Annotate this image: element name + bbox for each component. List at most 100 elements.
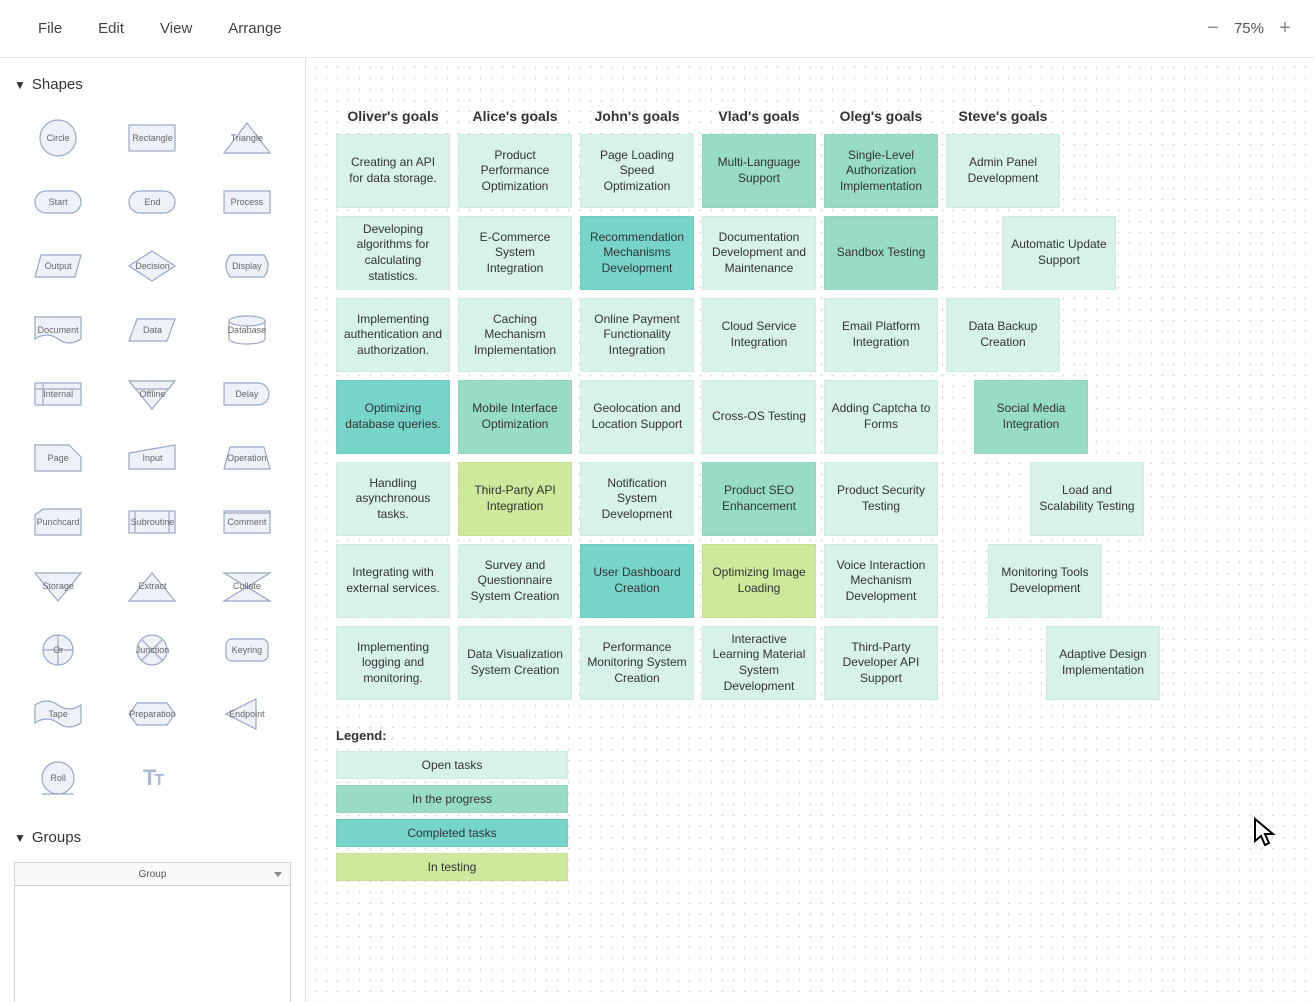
circle-icon (29, 117, 87, 159)
endpoint-icon (218, 693, 276, 735)
task-card[interactable]: Adaptive Design Implementation (1046, 626, 1160, 700)
task-card[interactable]: Integrating with external services. (336, 544, 450, 618)
task-card[interactable]: Caching Mechanism Implementation (458, 298, 572, 372)
shape-database[interactable]: Database (203, 301, 291, 359)
group-select[interactable]: Group (14, 862, 291, 886)
page-icon (29, 437, 87, 479)
task-card[interactable]: Product SEO Enhancement (702, 462, 816, 536)
task-card[interactable]: Survey and Questionnaire System Creation (458, 544, 572, 618)
shape-display[interactable]: Display (203, 237, 291, 295)
shape-decision[interactable]: Decision (108, 237, 196, 295)
shape-end[interactable]: End (108, 173, 196, 231)
task-card[interactable]: Single-Level Authorization Implementatio… (824, 134, 938, 208)
shapes-section-header[interactable]: ▼ Shapes (14, 68, 291, 101)
group-drop-area[interactable] (14, 886, 291, 1002)
shape-internal[interactable]: Internal (14, 365, 102, 423)
extract-icon (123, 565, 181, 607)
canvas[interactable]: Oliver's goalsAlice's goalsJohn's goalsV… (306, 58, 1314, 1002)
shape-endpoint[interactable]: Endpoint (203, 685, 291, 743)
shape-document[interactable]: Document (14, 301, 102, 359)
legend: Legend: Open tasksIn the progressComplet… (336, 728, 568, 887)
zoom-in-button[interactable]: + (1276, 20, 1294, 38)
shape-process[interactable]: Process (203, 173, 291, 231)
task-card[interactable]: Data Visualization System Creation (458, 626, 572, 700)
task-card[interactable]: Third-Party API Integration (458, 462, 572, 536)
menu-edit[interactable]: Edit (80, 12, 142, 45)
internal-icon (29, 373, 87, 415)
shape-page[interactable]: Page (14, 429, 102, 487)
shape-start[interactable]: Start (14, 173, 102, 231)
menu-arrange[interactable]: Arrange (210, 12, 299, 45)
task-card[interactable]: Multi-Language Support (702, 134, 816, 208)
task-card[interactable]: Implementing logging and monitoring. (336, 626, 450, 700)
shape-roll[interactable]: Roll (14, 749, 102, 807)
task-card[interactable]: Documentation Development and Maintenanc… (702, 216, 816, 290)
menu-view[interactable]: View (142, 12, 210, 45)
shape-comment[interactable]: Comment (203, 493, 291, 551)
task-card[interactable]: E-Commerce System Integration (458, 216, 572, 290)
task-card[interactable]: Handling asynchronous tasks. (336, 462, 450, 536)
task-card[interactable]: Voice Interaction Mechanism Development (824, 544, 938, 618)
decision-icon (123, 245, 181, 287)
input-icon (123, 437, 181, 479)
shape-output[interactable]: Output (14, 237, 102, 295)
shape-storage[interactable]: Storage (14, 557, 102, 615)
task-card[interactable]: Developing algorithms for calculating st… (336, 216, 450, 290)
output-icon (29, 245, 87, 287)
task-card[interactable]: Interactive Learning Material System Dev… (702, 626, 816, 700)
shape-text[interactable]: TT (108, 749, 196, 807)
groups-section-header[interactable]: ▼ Groups (14, 821, 291, 854)
task-card[interactable]: Email Platform Integration (824, 298, 938, 372)
task-card[interactable]: Automatic Update Support (1002, 216, 1116, 290)
shape-input[interactable]: Input (108, 429, 196, 487)
task-card[interactable]: Load and Scalability Testing (1030, 462, 1144, 536)
keyring-icon (218, 629, 276, 671)
task-card[interactable]: Mobile Interface Optimization (458, 380, 572, 454)
task-card[interactable]: Implementing authentication and authoriz… (336, 298, 450, 372)
shape-extract[interactable]: Extract (108, 557, 196, 615)
shape-subroutine[interactable]: Subroutine (108, 493, 196, 551)
task-card[interactable]: Cloud Service Integration (702, 298, 816, 372)
task-card[interactable]: Online Payment Functionality Integration (580, 298, 694, 372)
task-card[interactable]: Notification System Development (580, 462, 694, 536)
task-card[interactable]: Creating an API for data storage. (336, 134, 450, 208)
shape-preparation[interactable]: Preparation (108, 685, 196, 743)
task-card[interactable]: Product Security Testing (824, 462, 938, 536)
task-card[interactable]: Performance Monitoring System Creation (580, 626, 694, 700)
task-card[interactable]: Recommendation Mechanisms Development (580, 216, 694, 290)
task-card[interactable]: Product Performance Optimization (458, 134, 572, 208)
shape-rectangle[interactable]: Rectangle (108, 109, 196, 167)
task-card[interactable]: Data Backup Creation (946, 298, 1060, 372)
shape-junction[interactable]: Junction (108, 621, 196, 679)
task-card[interactable]: Page Loading Speed Optimization (580, 134, 694, 208)
shape-collate[interactable]: Collate (203, 557, 291, 615)
task-card[interactable]: Admin Panel Development (946, 134, 1060, 208)
group-select-label: Group (139, 869, 167, 880)
menu-file[interactable]: File (20, 12, 80, 45)
task-card[interactable]: Optimizing database queries. (336, 380, 450, 454)
shape-punchcard[interactable]: Punchcard (14, 493, 102, 551)
task-card[interactable]: User Dashboard Creation (580, 544, 694, 618)
shape-tape[interactable]: Tape (14, 685, 102, 743)
shape-data[interactable]: Data (108, 301, 196, 359)
comment-icon (218, 501, 276, 543)
task-card[interactable]: Cross-OS Testing (702, 380, 816, 454)
shape-keyring[interactable]: Keyring (203, 621, 291, 679)
task-card[interactable]: Social Media Integration (974, 380, 1088, 454)
sidebar[interactable]: ▼ Shapes CircleRectangleTriangleStartEnd… (0, 58, 306, 1002)
task-card[interactable]: Optimizing Image Loading (702, 544, 816, 618)
shape-offline[interactable]: Offline (108, 365, 196, 423)
zoom-out-button[interactable]: − (1204, 20, 1222, 38)
task-card[interactable]: Adding Captcha to Forms (824, 380, 938, 454)
display-icon (218, 245, 276, 287)
task-card[interactable]: Monitoring Tools Development (988, 544, 1102, 618)
shape-delay[interactable]: Delay (203, 365, 291, 423)
shape-circle[interactable]: Circle (14, 109, 102, 167)
shape-operation[interactable]: Operation (203, 429, 291, 487)
shape-triangle[interactable]: Triangle (203, 109, 291, 167)
task-card[interactable]: Third-Party Developer API Support (824, 626, 938, 700)
task-card[interactable]: Geolocation and Location Support (580, 380, 694, 454)
shape-or[interactable]: Or (14, 621, 102, 679)
column-header: Oleg's goals (824, 108, 938, 124)
task-card[interactable]: Sandbox Testing (824, 216, 938, 290)
